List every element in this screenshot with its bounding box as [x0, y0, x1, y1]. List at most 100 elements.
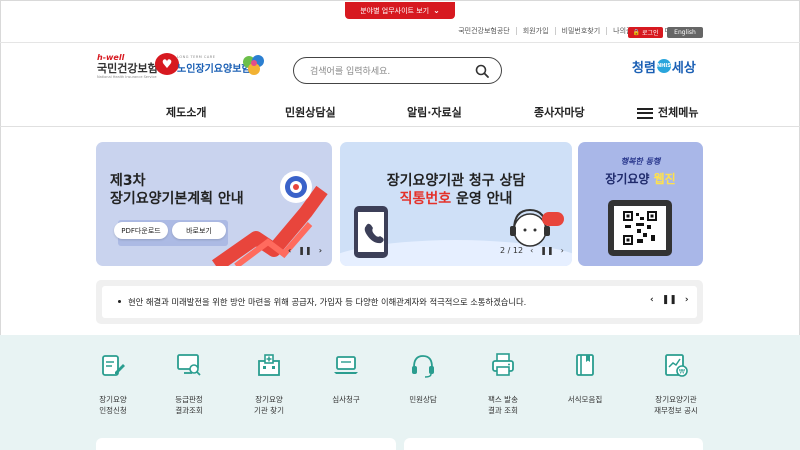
field-sites-label: 분야별 업무사이트 보기 [360, 6, 430, 15]
banner-claim-consult[interactable]: 장기요양기관 청구 상담 직통번호 운영 안내 2 / 12 ‹ ❚❚ › [340, 142, 572, 266]
banner2-line2-red: 직통번호 [399, 191, 452, 207]
finance-chart-icon: ₩ [665, 354, 688, 377]
banner-pager: 2 / 12 [500, 246, 524, 255]
banner2-line2-rest: 운영 안내 [451, 191, 513, 207]
english-label: English [674, 29, 696, 36]
banner3-line2-a: 장기요양 [605, 172, 654, 186]
notice-text[interactable]: 현안 해결과 미래발전을 위한 방안 마련을 위해 공급자, 가입자 등 다양한… [128, 296, 526, 308]
integrity-world-logo[interactable]: 청렴 NHIS 세상 [632, 54, 704, 78]
book-icon [576, 354, 594, 376]
quick-link-finance-line1: 장기요양기관 [655, 395, 697, 404]
banner-webzine[interactable]: 행복한 동행 장기요양 웹진 [578, 142, 703, 266]
quick-link-finance-disclosure[interactable]: ₩ 장기요양기관재무정보 공시 [636, 352, 716, 416]
banner-ltc-plan[interactable]: 제3차 장기요양기본계획 안내 PDF다운로드 바로보기 ‹ ❚❚ › [96, 142, 332, 266]
field-sites-toggle-button[interactable]: 분야별 업무사이트 보기 ⌄ [345, 2, 455, 19]
quick-link-grade-result[interactable]: 등급판정결과조회 [149, 352, 229, 416]
nhis-logo[interactable]: h-well 국민건강보험 National Health Insurance … [97, 53, 179, 85]
bullet-icon [118, 300, 121, 303]
notice-rotator: 현안 해결과 미래발전을 위한 방안 마련을 위해 공급자, 가입자 등 다양한… [96, 280, 703, 324]
svg-text:₩: ₩ [679, 369, 685, 376]
lock-icon: 🔒 [632, 29, 640, 36]
quick-link-grade-line1: 등급판정 [175, 395, 203, 404]
next-icon[interactable]: › [561, 246, 564, 255]
banner3-line1: 행복한 동행 [620, 157, 661, 166]
qr-code-icon [623, 211, 657, 245]
util-link-find-password[interactable]: 비밀번호찾기 [554, 27, 607, 35]
next-icon[interactable]: › [685, 295, 689, 305]
content-card-left [96, 438, 396, 450]
nhis-logo-sub: National Health Insurance Service [97, 75, 157, 79]
quick-link-appeal-line1: 심사청구 [332, 395, 360, 404]
fax-printer-icon [492, 353, 514, 376]
prev-icon[interactable]: ‹ [288, 246, 291, 255]
quick-link-find-line2: 기관 찾기 [254, 406, 284, 415]
notice-inner: 현안 해결과 미래발전을 위한 방안 마련을 위해 공급자, 가입자 등 다양한… [102, 286, 697, 318]
view-button[interactable]: 바로보기 [172, 222, 226, 239]
quick-link-grade-line2: 결과조회 [175, 406, 203, 415]
banner1-line1: 제3차 [110, 173, 146, 189]
login-label: 로그인 [641, 30, 659, 37]
laptop-icon [334, 356, 358, 374]
quick-link-find-line1: 장기요양 [255, 395, 283, 404]
quick-link-fax-line1: 팩스 발송 [488, 395, 518, 404]
banner2-line1: 장기요양기관 청구 상담 [386, 173, 526, 189]
next-icon[interactable]: › [319, 246, 322, 255]
login-button[interactable]: 🔒 로그인 [628, 27, 663, 38]
document-pen-icon [102, 355, 125, 376]
nav-item-civil[interactable]: 민원상담실 [285, 104, 336, 120]
hospital-icon [258, 354, 280, 376]
heart-icon: ♥ [155, 53, 179, 75]
pause-icon[interactable]: ❚❚ [540, 246, 553, 255]
banner2-controls: 2 / 12 ‹ ❚❚ › [500, 246, 564, 255]
all-menu-button[interactable]: 전체메뉴 [637, 104, 698, 120]
quick-link-find-institution[interactable]: 장기요양기관 찾기 [229, 352, 309, 416]
util-link-nhis[interactable]: 국민건강보험공단 [452, 27, 516, 35]
search-icon[interactable] [475, 64, 489, 78]
ltc-logo-mark-icon [243, 55, 264, 75]
quick-link-apply-line1: 장기요양 [99, 395, 127, 404]
pause-icon[interactable]: ❚❚ [298, 246, 311, 255]
banner1-line2: 장기요양기본계획 안내 [110, 191, 244, 207]
integrity-logo-left: 청렴 [632, 60, 656, 76]
all-menu-label: 전체메뉴 [658, 106, 699, 119]
chevron-down-icon: ⌄ [433, 6, 440, 15]
nav-item-intro[interactable]: 제도소개 [166, 104, 206, 120]
utility-links: 국민건강보험공단 회원가입 비밀번호찾기 나의즐겨찾기 마이페이지 [452, 27, 703, 35]
quick-link-apply[interactable]: 장기요양인정신청 [73, 352, 153, 416]
banner3-line2: 장기요양 웹진 [578, 170, 703, 187]
pause-icon[interactable]: ❚❚ [662, 295, 677, 305]
quick-link-apply-line2: 인정신청 [99, 406, 127, 415]
english-button[interactable]: English [667, 27, 703, 38]
quick-link-appeal[interactable]: 심사청구 [306, 352, 386, 405]
hamburger-icon [637, 107, 653, 119]
header-divider [0, 42, 800, 43]
quick-link-consult[interactable]: 민원상담 [383, 352, 463, 405]
nav-divider [0, 126, 800, 127]
quick-link-forms-line1: 서식모음집 [567, 395, 603, 404]
prev-icon[interactable]: ‹ [650, 295, 654, 305]
pdf-download-button[interactable]: PDF다운로드 [114, 222, 168, 239]
quick-link-fax-line2: 결과 조회 [488, 406, 518, 415]
quick-link-forms[interactable]: 서식모음집 [545, 352, 625, 405]
banner2-line2: 직통번호 운영 안내 [340, 188, 572, 208]
tablet-illustration [608, 200, 672, 256]
search-input[interactable]: 검색어를 입력하세요. [310, 64, 475, 77]
util-link-signup[interactable]: 회원가입 [515, 27, 555, 35]
quick-link-fax-result[interactable]: 팩스 발송결과 조회 [463, 352, 543, 416]
ltc-logo[interactable]: LONG TERM CARE 노인장기요양보험 [177, 54, 267, 86]
integrity-logo-right: 세상 [671, 60, 696, 76]
search-bar[interactable]: 검색어를 입력하세요. [293, 57, 502, 84]
nav-item-workers[interactable]: 종사자마당 [534, 104, 585, 120]
prev-icon[interactable]: ‹ [530, 246, 533, 255]
monitor-search-icon [177, 354, 201, 376]
quick-link-consult-line1: 민원상담 [409, 395, 437, 404]
nav-item-notice[interactable]: 알림·자료실 [407, 104, 462, 120]
quick-link-finance-line2: 재무정보 공시 [654, 406, 698, 415]
banner1-controls: ‹ ❚❚ › [288, 246, 322, 255]
banner3-line2-b: 웹진 [653, 172, 676, 186]
main-nav: 제도소개 민원상담실 알림·자료실 종사자마당 전체메뉴 [0, 100, 800, 125]
headset-icon [412, 355, 434, 378]
notice-controls: ‹ ❚❚ › [650, 295, 689, 305]
integrity-logo-dot: NHIS [656, 59, 671, 73]
content-card-right [404, 438, 703, 450]
